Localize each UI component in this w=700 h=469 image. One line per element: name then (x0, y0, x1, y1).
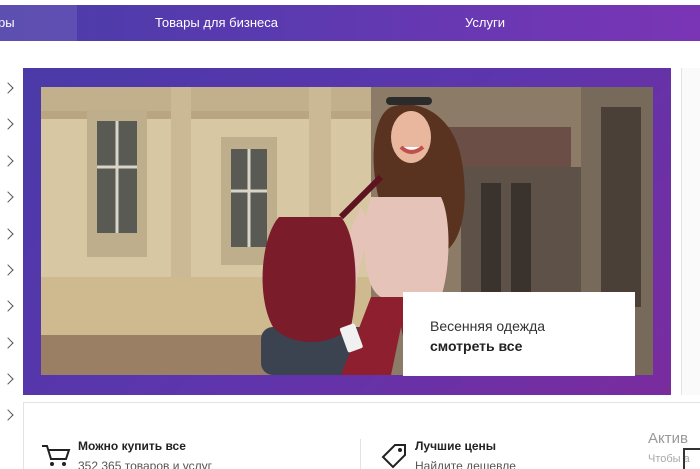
top-nav-item-services[interactable]: Услуги (465, 5, 505, 41)
feature-subtitle: Найдите дешевле (415, 459, 516, 469)
chevron-right-icon[interactable] (2, 191, 14, 203)
chevron-right-icon[interactable] (2, 337, 14, 349)
banner-caption[interactable]: Весенняя одежда смотреть все (403, 292, 635, 376)
feature-item: Можно купить все 352 365 товаров и услуг (78, 439, 212, 469)
feature-item: Лучшие цены Найдите дешевле (415, 439, 516, 469)
cart-corner-icon[interactable] (683, 448, 700, 469)
top-nav-item-business-goods[interactable]: Товары для бизнеса (155, 5, 278, 41)
feature-title: Можно купить все (78, 439, 186, 453)
promo-banner[interactable]: Весенняя одежда смотреть все (23, 68, 671, 395)
chevron-right-icon[interactable] (2, 300, 14, 312)
chevron-right-icon[interactable] (2, 409, 14, 421)
feature-divider (360, 439, 361, 469)
os-activation-watermark: Актив (648, 430, 688, 447)
features-strip: Можно купить все 352 365 товаров и услуг… (23, 402, 700, 469)
banner-caption-title: Весенняя одежда (430, 318, 546, 334)
chevron-right-icon[interactable] (2, 373, 14, 385)
chevron-right-icon[interactable] (2, 228, 14, 240)
top-nav-item[interactable]: ры (0, 5, 15, 41)
chevron-right-icon[interactable] (2, 155, 14, 167)
price-tag-icon (381, 444, 406, 469)
feature-title: Лучшие цены (415, 439, 496, 453)
shopping-cart-icon (42, 445, 71, 466)
top-nav-bar: ры Товары для бизнеса Услуги (0, 5, 700, 41)
chevron-right-icon[interactable] (2, 264, 14, 276)
next-banner-edge (681, 68, 700, 395)
chevron-right-icon[interactable] (2, 82, 14, 94)
chevron-right-icon[interactable] (2, 118, 14, 130)
feature-subtitle: 352 365 товаров и услуг (78, 459, 212, 469)
banner-caption-link[interactable]: смотреть все (430, 336, 635, 356)
